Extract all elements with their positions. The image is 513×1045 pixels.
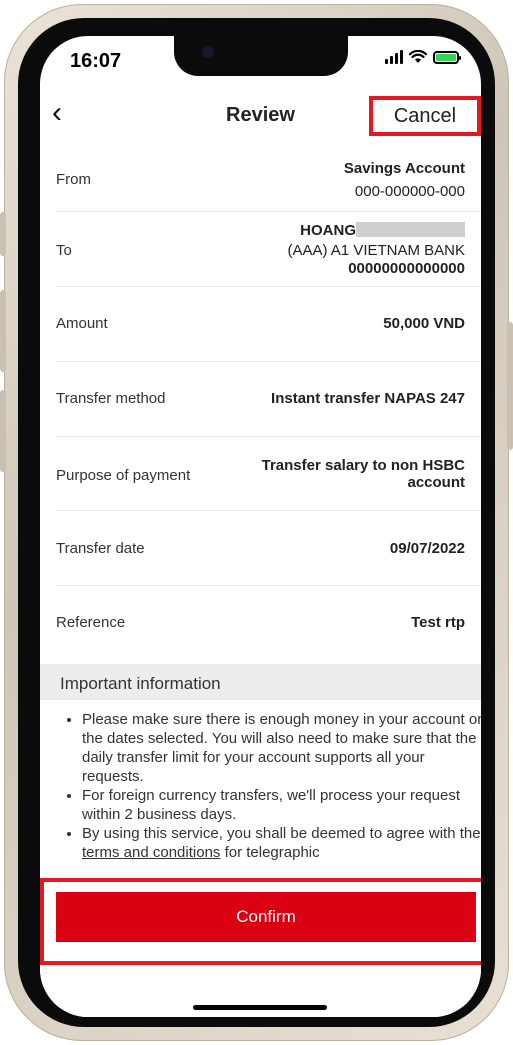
nav-bar: ‹ Review Cancel (40, 96, 481, 136)
row-label: Amount (56, 315, 108, 332)
cancel-button[interactable]: Cancel (369, 96, 481, 136)
battery-icon (433, 50, 461, 64)
info-item-text: for telegraphic (220, 844, 320, 861)
signal-icon (385, 50, 403, 64)
volume-down-button (0, 390, 6, 472)
info-item-text: By using this service, you shall be deem… (82, 825, 481, 842)
from-account-number: 000-000000-000 (354, 183, 465, 200)
screen: 16:07 ‹ Review Cancel From Savings Accou… (40, 36, 481, 1017)
row-to: To HOANG (AAA) A1 VIETNAM BANK 000000000… (56, 212, 481, 287)
volume-up-button (0, 290, 6, 372)
terms-link[interactable]: terms and conditions (82, 844, 220, 861)
row-label: Reference (56, 614, 126, 631)
row-amount: Amount 50,000 VND (56, 287, 481, 362)
home-indicator[interactable] (193, 1005, 327, 1010)
row-transfer-method: Transfer method Instant transfer NAPAS 2… (56, 362, 481, 437)
row-purpose: Purpose of payment Transfer salary to no… (56, 437, 481, 511)
status-icons (385, 50, 461, 64)
info-item: By using this service, you shall be deem… (82, 824, 481, 862)
bottom-bar: Confirm (40, 878, 481, 1017)
row-label: Transfer method (56, 390, 166, 407)
row-label: From (56, 171, 91, 188)
status-time: 16:07 (70, 50, 122, 72)
info-item: For foreign currency transfers, we'll pr… (82, 786, 481, 824)
amount-value: 50,000 VND (383, 315, 465, 332)
notch (174, 36, 348, 76)
wifi-icon (409, 50, 427, 63)
to-name-line: HOANG (300, 222, 465, 239)
important-info-list: Please make sure there is enough money i… (60, 710, 481, 862)
from-account-type: Savings Account (343, 160, 465, 177)
row-label: Transfer date (56, 540, 145, 557)
camera-icon (202, 46, 214, 58)
to-bank: (AAA) A1 VIETNAM BANK (287, 242, 465, 259)
row-label: To (56, 242, 72, 259)
reference-value: Test rtp (411, 614, 465, 631)
phone-frame: 16:07 ‹ Review Cancel From Savings Accou… (0, 4, 513, 1041)
redacted-name (356, 222, 465, 237)
transfer-method-value: Instant transfer NAPAS 247 (271, 390, 465, 407)
important-info-header: Important information (40, 664, 481, 700)
review-details: From Savings Account 000-000000-000 To H… (40, 138, 481, 661)
power-button (507, 322, 513, 450)
to-name: HOANG (300, 222, 356, 239)
row-label: Purpose of payment (56, 467, 191, 484)
transfer-date-value: 09/07/2022 (389, 540, 465, 557)
to-account-number: 00000000000000 (348, 260, 465, 277)
info-item: Please make sure there is enough money i… (82, 710, 481, 786)
purpose-value: Transfer salary to non HSBC account (261, 457, 465, 491)
row-from: From Savings Account 000-000000-000 (56, 138, 481, 212)
row-reference: Reference Test rtp (56, 586, 481, 661)
confirm-button[interactable]: Confirm (56, 892, 476, 942)
mute-switch (0, 212, 6, 256)
row-transfer-date: Transfer date 09/07/2022 (56, 511, 481, 586)
